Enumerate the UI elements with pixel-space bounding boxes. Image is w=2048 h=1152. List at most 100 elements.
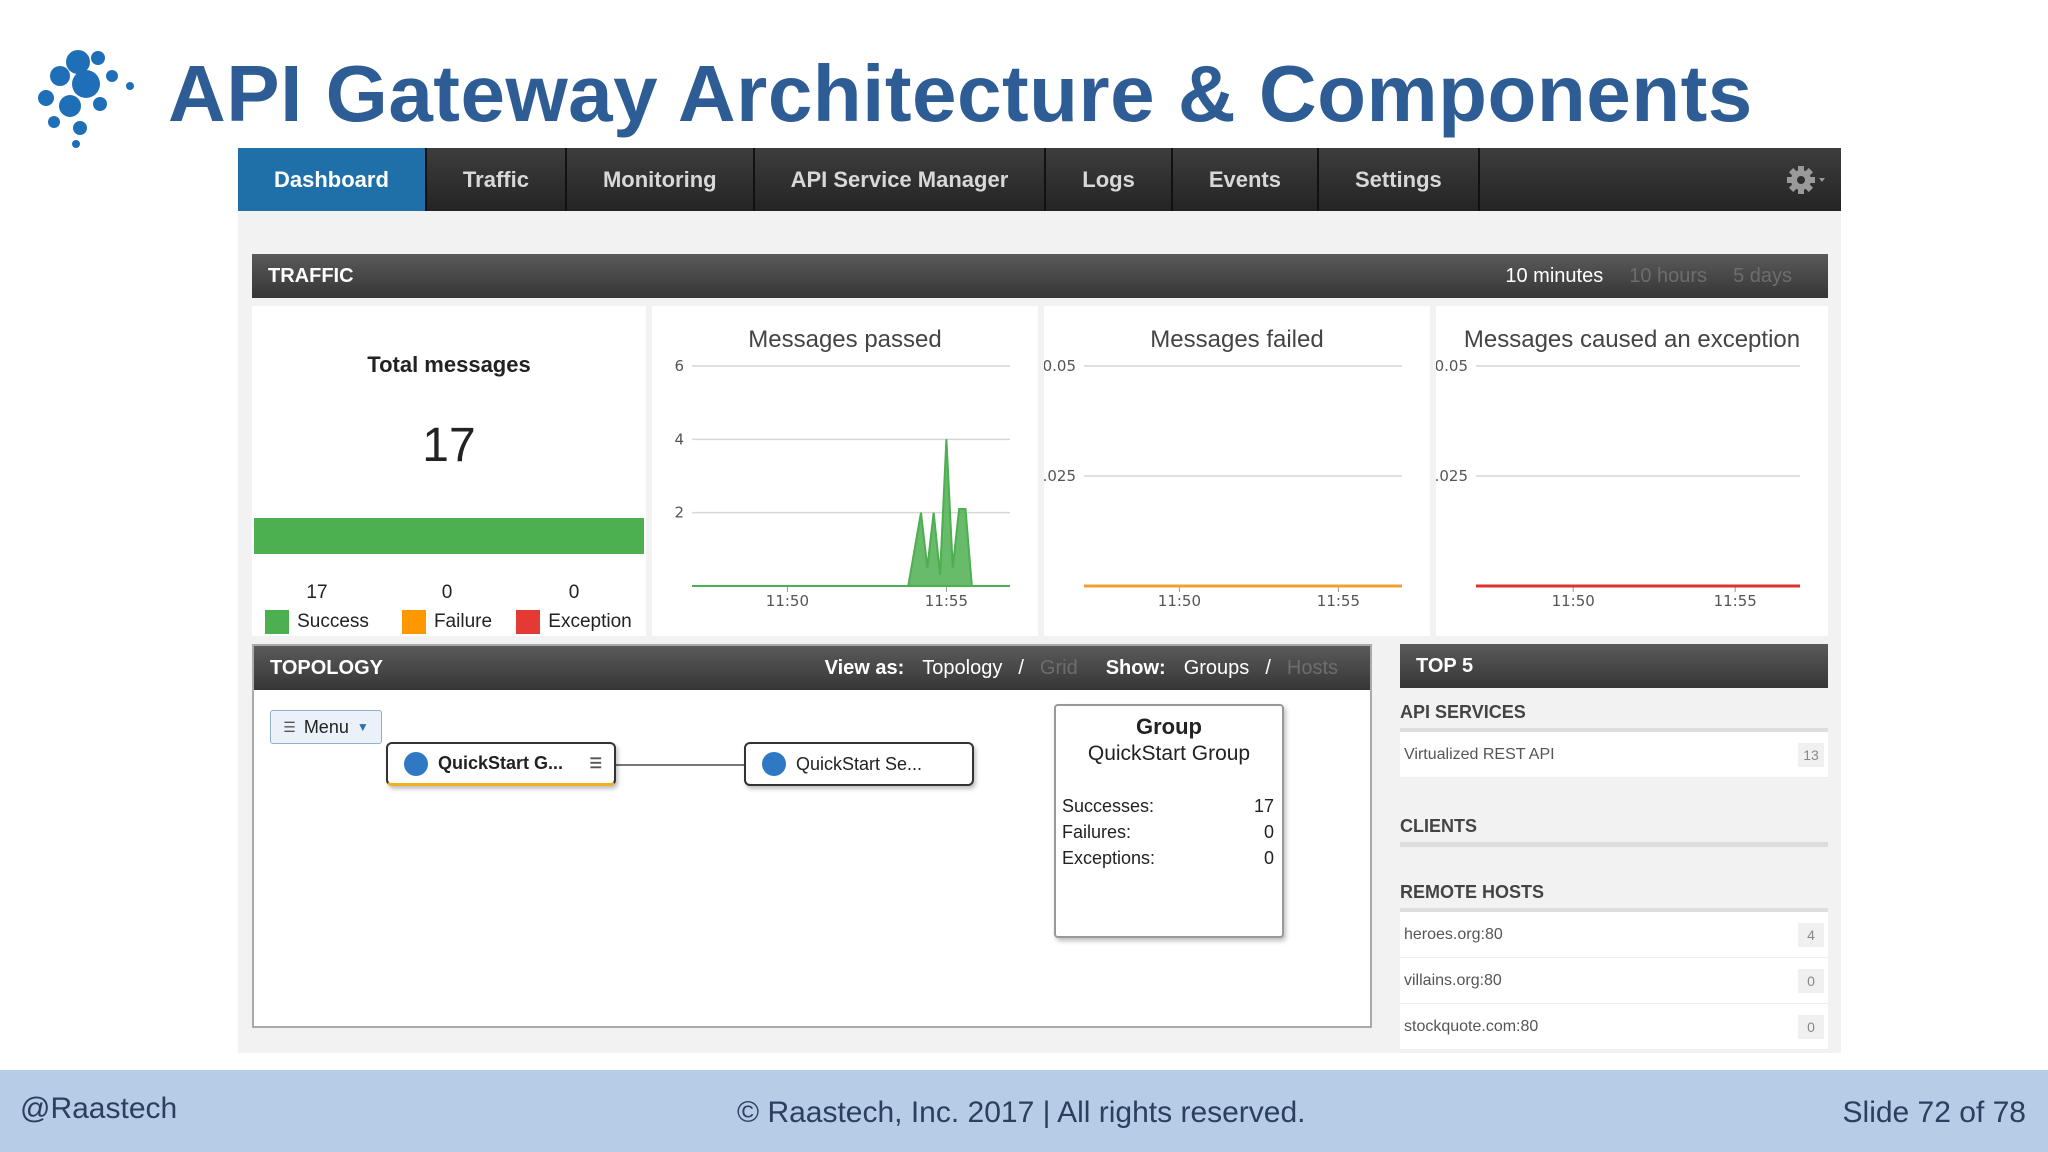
- x-tick-label: 11:55: [1714, 592, 1757, 610]
- top5-row[interactable]: Virtualized REST API 13: [1400, 732, 1828, 778]
- group-card-row: Successes: 17: [1062, 796, 1274, 817]
- show-hosts[interactable]: Hosts: [1287, 657, 1338, 680]
- top5-clients-heading: CLIENTS: [1400, 816, 1478, 836]
- slide: API Gateway Architecture & Components Da…: [0, 0, 2048, 1152]
- chart-plot: 0.05 0.025 11:50 11:55: [1436, 357, 1800, 610]
- y-tick-label: 0.05: [1436, 357, 1468, 375]
- group-card-heading: Group: [1136, 714, 1202, 739]
- group-card-row: Failures: 0: [1062, 822, 1274, 843]
- failure-swatch: [401, 610, 426, 634]
- total-messages-title: Total messages: [367, 352, 531, 377]
- y-tick-label: 4: [674, 430, 684, 448]
- topology-label: TOPOLOGY: [270, 656, 383, 679]
- traffic-label: TRAFFIC: [268, 264, 354, 287]
- slide-title: API Gateway Architecture & Components: [168, 49, 1753, 138]
- top5-row[interactable]: stockquote.com:80 0: [1400, 1004, 1828, 1050]
- menu-list-icon: ☰: [283, 718, 296, 735]
- row-label: Exceptions:: [1062, 848, 1156, 868]
- legend-exception-count: 0: [568, 582, 580, 603]
- menu-label: Menu: [303, 716, 349, 737]
- chart-plot: 6 4 2 11:50 11:55: [674, 357, 1010, 610]
- node-service-label: QuickStart Se...: [796, 753, 923, 774]
- top5-row[interactable]: villains.org:80 0: [1400, 958, 1828, 1004]
- topology-node-group[interactable]: QuickStart G... ☰: [386, 742, 616, 786]
- y-tick-label: 0.05: [1044, 357, 1076, 375]
- total-messages-card: Total messages 17 17 Success 0 Failure 0…: [252, 306, 646, 636]
- row-count: 0: [1798, 968, 1824, 993]
- legend-failure-count: 0: [441, 582, 453, 603]
- group-card-name: QuickStart Group: [1087, 742, 1251, 765]
- nav-events[interactable]: Events: [1173, 148, 1319, 211]
- nav-dashboard[interactable]: Dashboard: [238, 148, 427, 211]
- show-separator: /: [1265, 656, 1271, 679]
- legend-success-count: 17: [306, 582, 328, 603]
- row-count: 13: [1798, 742, 1824, 767]
- row-name: heroes.org:80: [1404, 925, 1503, 943]
- top5-api-services-heading: API SERVICES: [1400, 702, 1526, 722]
- nav-api-service-manager[interactable]: API Service Manager: [755, 148, 1047, 211]
- show-groups[interactable]: Groups: [1184, 657, 1250, 680]
- total-messages-success-fill: [254, 518, 644, 554]
- legend-failure: 0 Failure: [392, 582, 502, 634]
- legend-exception-label: Exception: [548, 611, 632, 632]
- view-grid[interactable]: Grid: [1040, 657, 1078, 680]
- y-tick-label: 0.025: [1436, 467, 1468, 485]
- divider: [1400, 842, 1828, 847]
- top5-bar: TOP 5: [1400, 644, 1828, 688]
- row-label: Successes:: [1062, 796, 1155, 816]
- footer-copyright: © Raastech, Inc. 2017 | All rights reser…: [737, 1096, 1306, 1129]
- node-menu-icon[interactable]: ☰: [589, 755, 602, 772]
- total-messages-value: 17: [422, 419, 476, 472]
- legend-exception: 0 Exception: [514, 582, 634, 634]
- row-value: 0: [1263, 848, 1274, 868]
- row-name: stockquote.com:80: [1404, 1017, 1539, 1035]
- footer-slide-number: Slide 72 of 78: [1842, 1096, 2026, 1129]
- view-topology[interactable]: Topology: [922, 657, 1002, 680]
- topology-view-controls: View as: Topology / Grid Show: Groups / …: [825, 646, 1370, 690]
- nav-logs[interactable]: Logs: [1046, 148, 1173, 211]
- footer-handle: @Raastech: [20, 1092, 178, 1125]
- show-label: Show:: [1105, 656, 1166, 679]
- view-as-label: View as:: [824, 656, 905, 679]
- row-count: 4: [1798, 922, 1824, 947]
- topology-link: [614, 764, 752, 766]
- x-tick-label: 11:50: [766, 592, 809, 610]
- top5-row[interactable]: heroes.org:80 4: [1400, 912, 1828, 958]
- node-group-label: QuickStart G...: [438, 753, 564, 773]
- topology-bar: TOPOLOGY View as: Topology / Grid Show: …: [254, 646, 1370, 690]
- x-tick-label: 11:50: [1552, 592, 1595, 610]
- y-tick-label: 6: [674, 357, 684, 375]
- x-tick-label: 11:55: [1317, 592, 1360, 610]
- topology-panel: TOPOLOGY View as: Topology / Grid Show: …: [252, 644, 1372, 1028]
- top-nav: Dashboard Traffic Monitoring API Service…: [238, 148, 1841, 211]
- top5-label: TOP 5: [1416, 654, 1474, 677]
- nav-settings[interactable]: Settings: [1319, 148, 1480, 211]
- row-count: 0: [1798, 1014, 1824, 1039]
- top5-remote-hosts-heading: REMOTE HOSTS: [1400, 882, 1545, 902]
- traffic-bar: TRAFFIC 10 minutes 10 hours 5 days: [252, 254, 1828, 298]
- x-tick-label: 11:50: [1158, 592, 1201, 610]
- topology-menu-button[interactable]: ☰ Menu ▼: [270, 710, 382, 744]
- gear-icon[interactable]: [1783, 162, 1827, 198]
- range-10-minutes[interactable]: 10 minutes: [1505, 265, 1603, 288]
- nav-traffic[interactable]: Traffic: [427, 148, 567, 211]
- topology-node-service[interactable]: QuickStart Se...: [744, 742, 974, 786]
- range-10-hours[interactable]: 10 hours: [1629, 265, 1707, 288]
- group-card-row: Exceptions: 0: [1062, 848, 1274, 869]
- api-gateway-dashboard: Dashboard Traffic Monitoring API Service…: [238, 148, 1841, 1053]
- exception-swatch: [516, 610, 541, 634]
- raastech-logo: [38, 50, 134, 148]
- row-value: 0: [1263, 822, 1274, 842]
- range-5-days[interactable]: 5 days: [1733, 265, 1792, 288]
- view-separator: /: [1018, 656, 1024, 679]
- chart-messages-passed: Messages passed 6 4 2 11:50 11:55: [652, 306, 1038, 636]
- chart-plot: 0.05 0.025 11:50 11:55: [1044, 357, 1402, 610]
- row-label: Failures:: [1062, 822, 1132, 842]
- legend-failure-label: Failure: [433, 611, 493, 632]
- row-name: villains.org:80: [1404, 971, 1502, 989]
- traffic-panel: TRAFFIC 10 minutes 10 hours 5 days Total…: [252, 254, 1828, 636]
- chart-messages-exception: Messages caused an exception 0.050.02511…: [1436, 306, 1828, 636]
- legend-success: 17 Success: [262, 582, 372, 634]
- nav-monitoring[interactable]: Monitoring: [567, 148, 755, 211]
- row-value: 17: [1253, 796, 1274, 816]
